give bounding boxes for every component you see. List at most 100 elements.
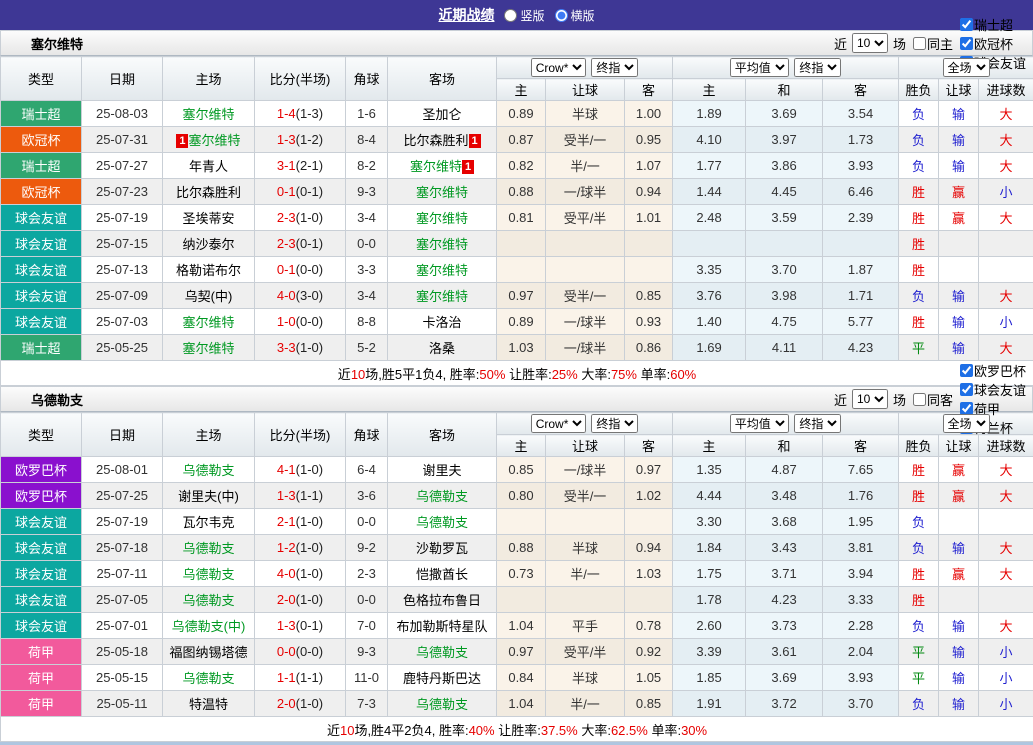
avg-draw-odds: 3.97	[746, 127, 823, 153]
match-row: 球会友谊25-07-01乌德勒支(中)1-3(0-1)7-0布加勒斯特星队1.0…	[1, 613, 1033, 639]
avg-draw-odds: 3.68	[746, 509, 823, 535]
league-filter[interactable]: 瑞士超	[956, 15, 1026, 34]
match-date: 25-07-19	[82, 509, 163, 535]
match-row: 欧冠杯25-07-23比尔森胜利0-1(0-1)9-3塞尔维特0.88一/球半0…	[1, 179, 1033, 205]
col-away: 客场	[388, 57, 497, 101]
same-venue-filter[interactable]: 同客	[909, 390, 953, 409]
match-row: 球会友谊25-07-19圣埃蒂安2-3(1-0)3-4塞尔维特0.81受平/半1…	[1, 205, 1033, 231]
handicap-outcome: 输	[939, 691, 979, 717]
handicap-away-odds: 1.02	[625, 483, 673, 509]
horizontal-radio[interactable]	[555, 9, 568, 22]
score: 1-3(1-2)	[255, 127, 346, 153]
handicap-home-odds: 0.89	[497, 309, 546, 335]
league-badge: 瑞士超	[1, 101, 82, 127]
score: 1-4(1-3)	[255, 101, 346, 127]
handicap-home-odds: 0.88	[497, 535, 546, 561]
fulltime-select[interactable]: 全场	[943, 58, 990, 77]
bookmaker-select[interactable]: Crow*	[531, 414, 586, 433]
result-outcome: 胜	[899, 231, 939, 257]
league-filter-checkbox[interactable]	[960, 18, 973, 31]
match-row: 球会友谊25-07-11乌德勒支4-0(1-0)2-3恺撒酋长0.73半/一1.…	[1, 561, 1033, 587]
avg-away-odds: 1.71	[823, 283, 899, 309]
avg-home-odds: 1.91	[673, 691, 746, 717]
match-count-select[interactable]: 10	[852, 33, 888, 53]
handicap-line: 半/一	[546, 561, 625, 587]
final-odds-select-2[interactable]: 终指	[794, 58, 841, 77]
same-venue-filter[interactable]: 同主	[909, 34, 953, 53]
final-odds-select[interactable]: 终指	[591, 58, 638, 77]
avg-away-odds: 1.87	[823, 257, 899, 283]
corner-count: 8-8	[346, 309, 388, 335]
same-venue-checkbox[interactable]	[913, 37, 926, 50]
score: 0-0(0-0)	[255, 639, 346, 665]
handicap-outcome: 赢	[939, 561, 979, 587]
final-odds-select[interactable]: 终指	[591, 414, 638, 433]
handicap-away-odds: 0.85	[625, 283, 673, 309]
handicap-outcome: 赢	[939, 179, 979, 205]
col-date: 日期	[82, 413, 163, 457]
match-date: 25-07-18	[82, 535, 163, 561]
away-team: 沙勒罗瓦	[388, 535, 497, 561]
away-team: 塞尔维特	[388, 283, 497, 309]
vertical-radio[interactable]	[504, 9, 517, 22]
same-venue-checkbox[interactable]	[913, 393, 926, 406]
result-outcome: 负	[899, 101, 939, 127]
handicap-home-odds: 1.04	[497, 613, 546, 639]
handicap-away-odds: 0.97	[625, 457, 673, 483]
away-team: 圣加仑	[388, 101, 497, 127]
match-row: 瑞士超25-05-25塞尔维特3-3(1-0)5-2洛桑1.03一/球半0.86…	[1, 335, 1033, 361]
avg-draw-odds	[746, 231, 823, 257]
away-team: 塞尔维特	[388, 257, 497, 283]
avg-home-odds: 1.85	[673, 665, 746, 691]
home-team: 纳沙泰尔	[163, 231, 255, 257]
corner-count: 3-4	[346, 205, 388, 231]
handicap-home-odds: 0.87	[497, 127, 546, 153]
average-select[interactable]: 平均值	[730, 414, 789, 433]
recent-results-table: 类型 日期 主场 比分(半场) 角球 客场 Crow* 终指 平均值 终指 全场	[0, 412, 1033, 742]
goals-outcome: 小	[979, 639, 1033, 665]
league-filter[interactable]: 球会友谊	[956, 380, 1026, 399]
layout-vertical-option[interactable]: 竖版	[504, 7, 544, 24]
league-badge: 球会友谊	[1, 561, 82, 587]
league-filter[interactable]: 欧罗巴杯	[956, 361, 1026, 380]
average-select[interactable]: 平均值	[730, 58, 789, 77]
col-goals: 进球数	[979, 435, 1033, 457]
league-filter-checkbox[interactable]	[960, 37, 973, 50]
handicap-home-odds	[497, 231, 546, 257]
league-badge: 球会友谊	[1, 613, 82, 639]
match-row: 荷甲25-05-18福图纳锡塔德0-0(0-0)9-3乌德勒支0.97受平/半0…	[1, 639, 1033, 665]
league-filter-checkbox[interactable]	[960, 383, 973, 396]
home-team: 乌德勒支	[163, 561, 255, 587]
result-outcome: 负	[899, 153, 939, 179]
goals-outcome: 大	[979, 101, 1033, 127]
league-filter[interactable]: 欧冠杯	[956, 34, 1026, 53]
layout-horizontal-option[interactable]: 横版	[555, 7, 595, 24]
avg-draw-odds: 4.87	[746, 457, 823, 483]
match-count-select[interactable]: 10	[852, 389, 888, 409]
match-date: 25-07-13	[82, 257, 163, 283]
avg-draw-odds: 3.43	[746, 535, 823, 561]
section-team-name: 乌德勒支	[31, 390, 83, 409]
result-outcome: 负	[899, 509, 939, 535]
vertical-radio-label: 竖版	[520, 7, 544, 24]
league-filter-label: 欧罗巴杯	[974, 361, 1026, 380]
fulltime-select[interactable]: 全场	[943, 414, 990, 433]
avg-away-odds: 5.77	[823, 309, 899, 335]
handicap-home-odds: 1.03	[497, 335, 546, 361]
away-team: 卡洛治	[388, 309, 497, 335]
home-team: 塞尔维特	[163, 335, 255, 361]
bookmaker-select[interactable]: Crow*	[531, 58, 586, 77]
league-badge: 荷甲	[1, 691, 82, 717]
avg-draw-odds: 3.98	[746, 283, 823, 309]
corner-count: 9-3	[346, 639, 388, 665]
league-filter-checkbox[interactable]	[960, 364, 973, 377]
final-odds-select-2[interactable]: 终指	[794, 414, 841, 433]
away-team: 鹿特丹斯巴达	[388, 665, 497, 691]
match-row: 欧罗巴杯25-08-01乌德勒支4-1(1-0)6-4谢里夫0.85一/球半0.…	[1, 457, 1033, 483]
handicap-home-odds	[497, 509, 546, 535]
handicap-line: 平手	[546, 613, 625, 639]
avg-draw-odds: 3.59	[746, 205, 823, 231]
match-filters: 近 10 场 同客 欧罗巴杯球会友谊荷甲荷兰杯	[834, 361, 1026, 437]
avg-home-odds: 2.60	[673, 613, 746, 639]
col-avg-draw: 和	[746, 435, 823, 457]
